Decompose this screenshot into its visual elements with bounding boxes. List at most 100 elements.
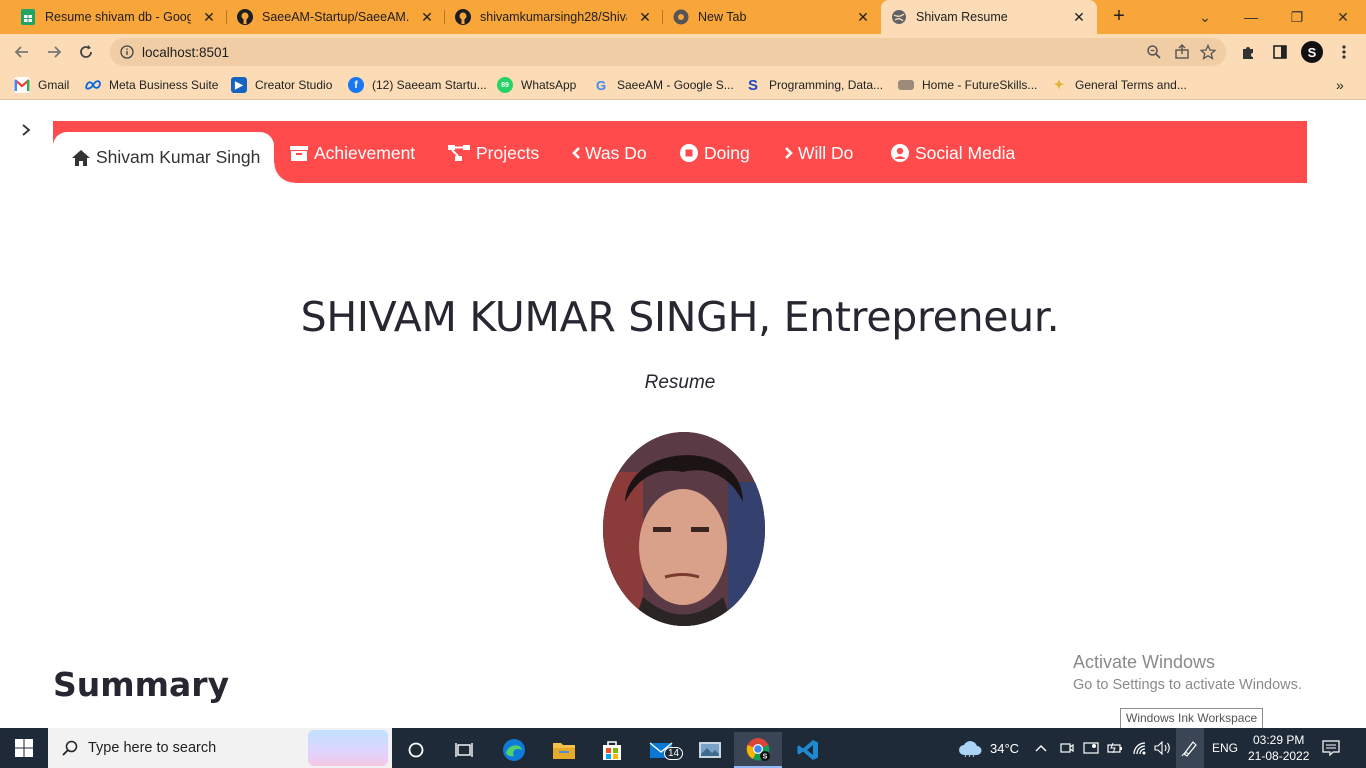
start-windows-icon[interactable] <box>0 730 48 766</box>
restore-button[interactable]: ❐ <box>1274 0 1320 34</box>
tray-device-icon[interactable] <box>1083 728 1099 768</box>
nav-social-media[interactable]: Social Media <box>891 141 1015 165</box>
tab-shivam-resume[interactable]: Shivam Resume ✕ <box>881 0 1097 34</box>
bookmark-label: Programming, Data... <box>769 78 884 92</box>
bookmark-label: (12) Saeeam Startu... <box>372 78 487 92</box>
github-icon <box>237 9 253 25</box>
bookmark-saeeam-google[interactable]: G SaeeAM - Google S... <box>593 76 734 94</box>
tab-new-tab[interactable]: New Tab ✕ <box>663 0 881 34</box>
tab-title: SaeeAM-Startup/SaeeAM.py <box>262 10 409 24</box>
search-icon <box>62 740 78 756</box>
volume-icon[interactable] <box>1154 728 1172 768</box>
battery-icon[interactable] <box>1107 728 1123 768</box>
bookmark-label: SaeeAM - Google S... <box>617 78 734 92</box>
bookmarks-overflow-icon[interactable]: » <box>1336 76 1344 94</box>
reload-icon[interactable] <box>74 40 98 64</box>
side-panel-icon[interactable] <box>1268 40 1292 64</box>
tab-title: Shivam Resume <box>916 10 1008 24</box>
nav-projects[interactable]: Projects <box>448 141 539 165</box>
google-sheets-icon <box>20 9 36 25</box>
close-window-button[interactable]: ✕ <box>1320 0 1366 34</box>
s-logo-icon: S <box>747 76 758 94</box>
github-icon <box>455 9 471 25</box>
close-icon[interactable]: ✕ <box>637 9 653 26</box>
tab-saeeam-py[interactable]: SaeeAM-Startup/SaeeAM.py ✕ <box>227 0 445 34</box>
bookmark-whatsapp[interactable]: 89 WhatsApp <box>497 76 576 94</box>
bookmark-star-icon[interactable] <box>1200 44 1216 60</box>
close-icon[interactable]: ✕ <box>201 9 217 26</box>
bookmark-saeeam-startup[interactable]: f (12) Saeeam Startu... <box>348 76 487 94</box>
tab-shivam-github[interactable]: shivamkumarsingh28/Shivam ✕ <box>445 0 663 34</box>
chrome-icon <box>673 9 689 25</box>
clock-time: 03:29 PM <box>1253 733 1305 747</box>
nav-achievement[interactable]: Achievement <box>290 141 415 165</box>
bookmark-gmail[interactable]: Gmail <box>14 76 69 94</box>
tab-search-icon[interactable]: ⌄ <box>1182 0 1228 34</box>
profile-avatar[interactable]: S <box>1300 40 1324 64</box>
bookmark-label: General Terms and... <box>1075 78 1187 92</box>
zoom-icon[interactable] <box>1146 44 1162 60</box>
home-icon <box>72 149 90 166</box>
bookmark-creator-studio[interactable]: ▶ Creator Studio <box>231 76 332 94</box>
microsoft-store-icon[interactable] <box>588 732 636 768</box>
cortana-icon[interactable] <box>392 732 440 768</box>
network-icon[interactable] <box>1132 728 1148 768</box>
site-info-icon[interactable] <box>120 45 134 59</box>
windows-ink-icon[interactable] <box>1176 728 1204 768</box>
close-icon[interactable]: ✕ <box>1071 9 1087 26</box>
language-indicator[interactable]: ENG <box>1212 728 1238 768</box>
back-icon[interactable] <box>10 40 34 64</box>
photos-app-icon[interactable] <box>686 732 734 768</box>
bookmark-label: Creator Studio <box>255 78 333 92</box>
task-view-icon[interactable] <box>440 732 488 768</box>
search-highlight-icon <box>308 730 388 766</box>
taskbar-search-input[interactable]: Type here to search <box>48 728 392 768</box>
bookmark-label: WhatsApp <box>521 78 577 92</box>
notifications-icon[interactable] <box>1322 728 1340 768</box>
new-tab-button[interactable]: + <box>1108 6 1130 28</box>
address-bar[interactable]: localhost:8501 <box>110 38 1226 66</box>
clock-date: 21-08-2022 <box>1248 749 1310 763</box>
bookmark-label: Gmail <box>38 78 70 92</box>
nav-item-label: Achievement <box>314 142 416 163</box>
tray-meet-icon[interactable] <box>1060 728 1074 768</box>
nav-item-label: Was Do <box>585 142 647 163</box>
nav-home-label: Shivam Kumar Singh <box>96 147 261 167</box>
weather-widget[interactable]: 34°C <box>958 728 1019 768</box>
nav-doing[interactable]: Doing <box>680 141 750 165</box>
show-hidden-icons[interactable] <box>1035 728 1047 768</box>
activate-windows-subtitle: Go to Settings to activate Windows. <box>1073 677 1302 693</box>
chrome-taskbar-icon[interactable]: S <box>734 732 782 768</box>
page-subtitle: Resume <box>644 372 716 393</box>
nav-was-do[interactable]: Was Do <box>571 141 647 165</box>
nav-home[interactable]: Shivam Kumar Singh <box>53 132 294 183</box>
url-text: localhost:8501 <box>142 44 230 60</box>
sitemap-icon <box>448 145 470 161</box>
nav-item-label: Doing <box>704 142 750 163</box>
share-icon[interactable] <box>1174 44 1190 60</box>
bookmark-meta-business-suite[interactable]: Meta Business Suite <box>85 76 218 94</box>
minimize-button[interactable]: — <box>1228 0 1274 34</box>
bookmark-programming-data[interactable]: S Programming, Data... <box>745 76 883 94</box>
bookmark-general-terms[interactable]: ✦ General Terms and... <box>1051 76 1187 94</box>
close-icon[interactable]: ✕ <box>419 9 435 26</box>
weather-cloud-icon <box>959 741 982 757</box>
vscode-icon[interactable] <box>784 732 832 768</box>
mail-icon[interactable]: 14 <box>638 732 686 768</box>
weather-temp: 34°C <box>990 740 1020 756</box>
extensions-icon[interactable] <box>1236 40 1260 64</box>
file-explorer-icon[interactable] <box>540 732 588 768</box>
tab-resume-sheet[interactable]: Resume shivam db - Google ✕ <box>0 0 227 34</box>
sidebar-expand-icon[interactable] <box>17 121 35 141</box>
forward-icon[interactable] <box>42 40 66 64</box>
menu-kebab-icon[interactable] <box>1332 40 1356 64</box>
page-title: SHIVAM KUMAR SINGH, Entrepreneur. <box>300 293 1060 341</box>
tab-title: Resume shivam db - Google <box>45 10 191 24</box>
stop-circle-icon <box>680 144 698 162</box>
nav-will-do[interactable]: Will Do <box>784 141 853 165</box>
clock[interactable]: 03:29 PM 21-08-2022 <box>1248 728 1309 768</box>
edge-icon[interactable] <box>490 732 538 768</box>
close-icon[interactable]: ✕ <box>855 9 871 26</box>
search-placeholder: Type here to search <box>88 740 217 756</box>
bookmark-futureskills[interactable]: Home - FutureSkills... <box>898 76 1037 94</box>
